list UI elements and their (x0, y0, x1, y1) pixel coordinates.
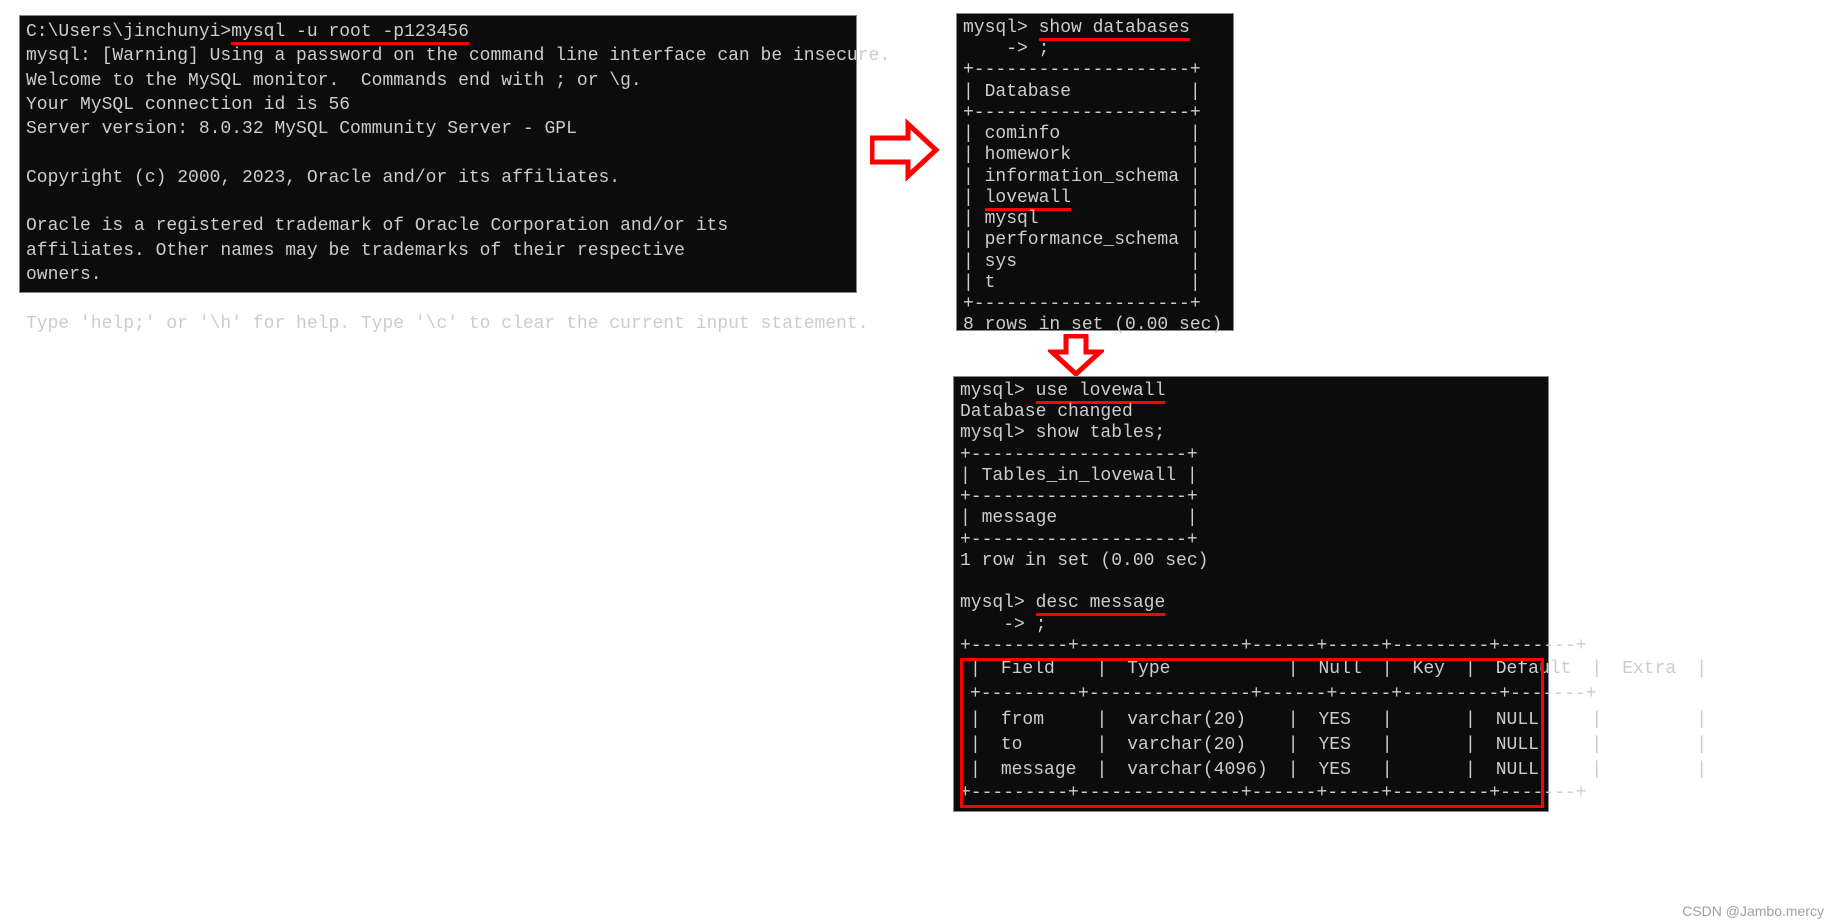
term1-line: Oracle is a registered trademark of Orac… (26, 216, 728, 236)
tables-header: | Tables_in_lovewall | (960, 466, 1198, 486)
term1-line: Server version: 8.0.32 MySQL Community S… (26, 119, 577, 139)
show-tables-command: mysql> show tables; (960, 423, 1165, 443)
mysql-prompt: mysql> (960, 381, 1025, 401)
db-row: | mysql | (963, 209, 1201, 229)
highlight-box-desc (960, 658, 1544, 808)
tables-row: | message | (960, 508, 1198, 528)
use-lovewall-command: use lovewall (1036, 381, 1166, 404)
table-separator: +--------------------+ (963, 294, 1201, 314)
mysql-prompt: mysql> (963, 18, 1028, 38)
term1-line: affiliates. Other names may be trademark… (26, 241, 685, 261)
db-row: | information_schema | (963, 167, 1201, 187)
db-lovewall: lovewall (985, 188, 1071, 211)
table-separator: +--------------------+ (960, 445, 1198, 465)
db-changed: Database changed (960, 402, 1133, 422)
term1-line: owners. (26, 265, 102, 285)
db-row: | performance_schema | (963, 230, 1201, 250)
term1-line: Welcome to the MySQL monitor. Commands e… (26, 71, 642, 91)
prompt-prefix: C:\Users\jinchunyi> (26, 22, 231, 42)
desc-cell (1612, 708, 1686, 733)
arrow-down-icon (1048, 334, 1104, 376)
table-separator: +--------------------+ (960, 487, 1198, 507)
table-separator: +--------------------+ (963, 103, 1201, 123)
desc-h-extra: Extra (1612, 657, 1686, 682)
terminal-show-databases[interactable]: mysql> show databases -> ; +------------… (956, 13, 1234, 331)
db-row: | t | (963, 273, 1201, 293)
desc-message-command: desc message (1036, 593, 1166, 616)
continuation: -> ; (963, 39, 1049, 59)
table-separator: +--------------------+ (963, 60, 1201, 80)
arrow-right-icon (870, 118, 940, 182)
desc-separator: +---------+---------------+------+-----+… (960, 636, 1587, 656)
table-separator: +--------------------+ (960, 530, 1198, 550)
rows-footer: 8 rows in set (0.00 sec) (963, 315, 1222, 335)
desc-cell (1612, 758, 1686, 783)
watermark: CSDN @Jambo.mercy (1682, 903, 1824, 919)
continuation: -> ; (960, 615, 1046, 635)
db-row: | cominfo | (963, 124, 1201, 144)
db-row-pre: | (963, 188, 985, 208)
term1-line: Copyright (c) 2000, 2023, Oracle and/or … (26, 168, 620, 188)
rowcount: 1 row in set (0.00 sec) (960, 551, 1208, 571)
mysql-prompt: mysql> (960, 593, 1025, 613)
term1-line: mysql: [Warning] Using a password on the… (26, 46, 890, 66)
term1-line: Your MySQL connection id is 56 (26, 95, 350, 115)
term1-line: Type 'help;' or '\h' for help. Type '\c'… (26, 314, 869, 334)
db-header: | Database | (963, 82, 1201, 102)
db-row: | homework | (963, 145, 1201, 165)
db-row-post: | (1071, 188, 1201, 208)
desc-cell (1612, 733, 1686, 758)
login-command: mysql -u root -p123456 (231, 22, 469, 45)
db-row: | sys | (963, 252, 1201, 272)
show-databases-command: show databases (1039, 18, 1190, 41)
terminal-login[interactable]: C:\Users\jinchunyi>mysql -u root -p12345… (19, 15, 857, 293)
